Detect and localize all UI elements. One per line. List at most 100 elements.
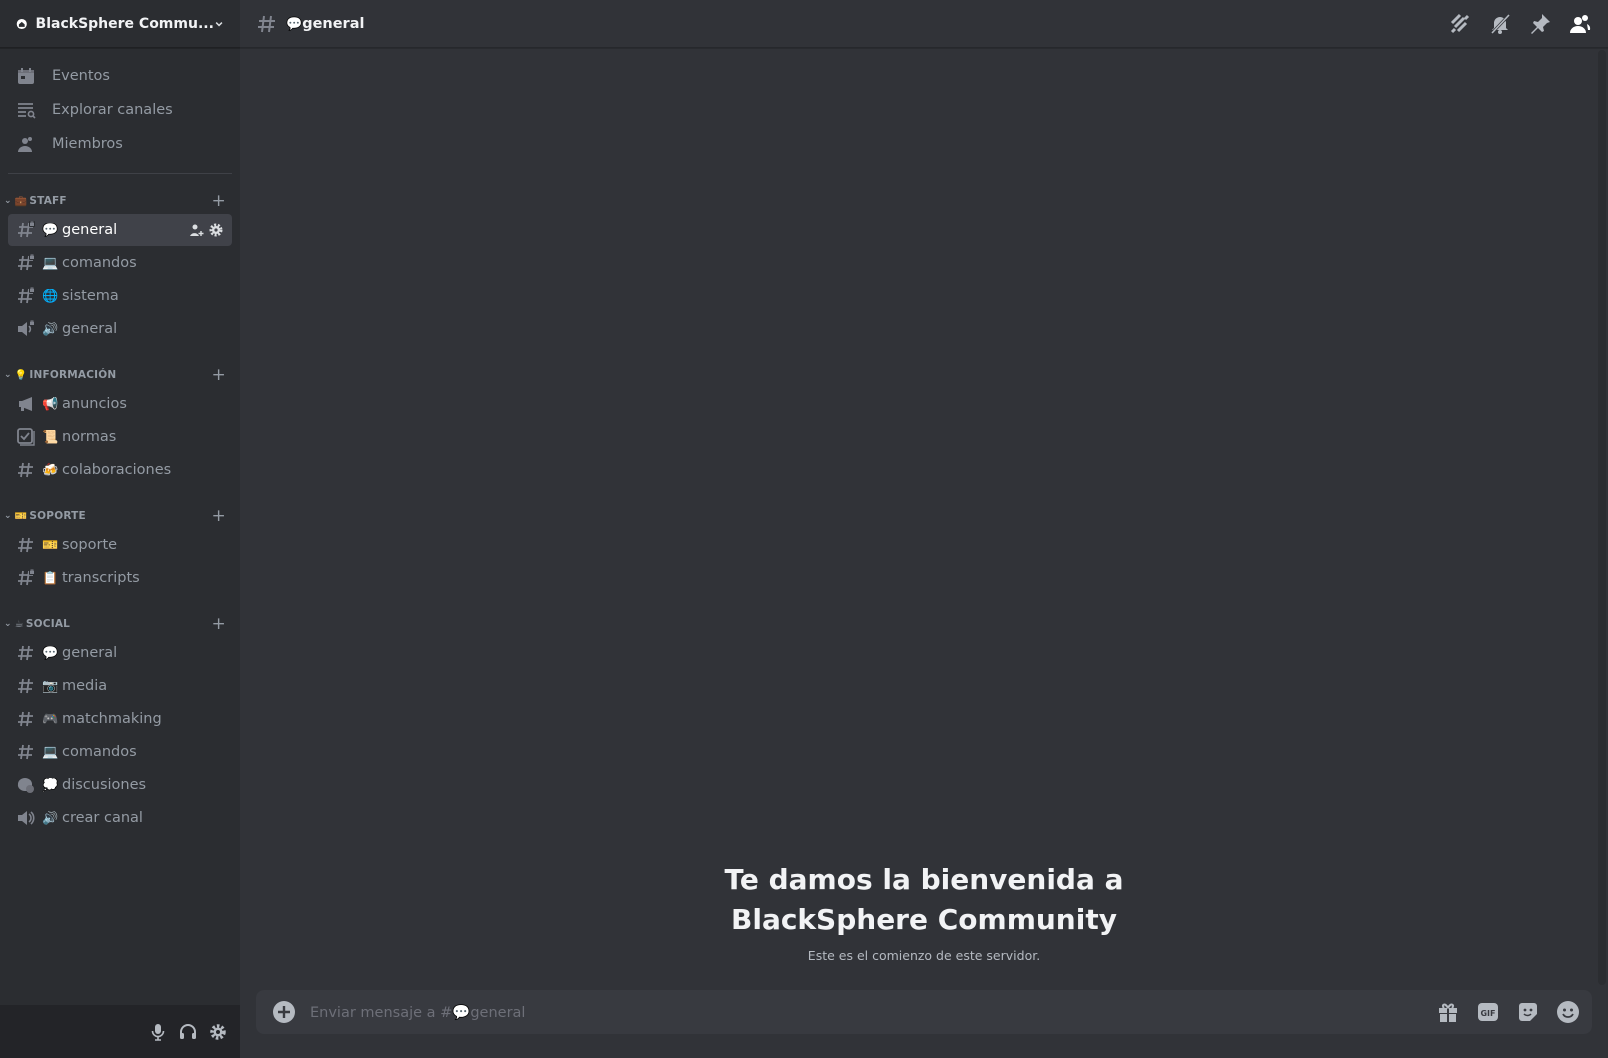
category-header[interactable]: ⌄ 💼 STAFF + <box>0 189 240 213</box>
channel-item[interactable]: 💻 comandos <box>8 736 232 768</box>
category-staff: ⌄ 💼 STAFF + 💬 general 💻 comandos 🌐 sistema 🔊 genera… <box>0 172 240 345</box>
pin-icon[interactable] <box>1528 12 1552 36</box>
category-name: STAFF <box>29 195 67 207</box>
channel-item[interactable]: 🔊 crear canal <box>8 802 232 834</box>
channel-name: media <box>62 678 108 694</box>
channel-name: anuncios <box>62 396 127 412</box>
channel-sidebar: BlackSphere Commu... Eventos Explorar can… <box>0 0 240 1058</box>
gift-icon[interactable] <box>1436 1000 1460 1024</box>
svg-text:GIF: GIF <box>1480 1009 1495 1018</box>
category-header[interactable]: ⌄ 💡 INFORMACIÓN + <box>0 363 240 387</box>
emoji-icon[interactable] <box>1556 1000 1580 1024</box>
nav-label: Explorar canales <box>52 102 173 118</box>
server-header[interactable]: BlackSphere Commu... <box>0 0 240 48</box>
rules-icon <box>17 428 35 446</box>
server-home-icon <box>16 18 27 29</box>
channel-emoji: 💭 <box>42 777 59 793</box>
channel-emoji: 🌐 <box>42 288 59 304</box>
category-name: SOPORTE <box>29 510 86 522</box>
hash-icon <box>18 678 33 694</box>
channel-item[interactable]: 💭 discusiones <box>8 769 232 801</box>
create-channel-button[interactable]: + <box>212 614 226 634</box>
category-social: ⌄ ☕ SOCIAL + 💬 general 📷 media 🎮 matchmaking 💻 coma… <box>0 595 240 834</box>
locked-hash-icon <box>18 254 35 271</box>
channel-item[interactable]: 🍻 colaboraciones <box>8 454 232 486</box>
channel-item[interactable]: 🎮 matchmaking <box>8 703 232 735</box>
channel-item[interactable]: 🔊 general <box>8 313 232 345</box>
speaker-icon <box>18 811 35 825</box>
gif-icon[interactable]: GIF <box>1476 1000 1500 1024</box>
channel-emoji: 🎮 <box>42 711 59 727</box>
channel-name: comandos <box>62 255 137 271</box>
create-channel-button[interactable]: + <box>212 365 226 385</box>
channel-item[interactable]: 📜 normas <box>8 421 232 453</box>
member-list-icon[interactable] <box>1568 12 1592 36</box>
category-emoji: ☕ <box>14 618 24 630</box>
channel-emoji: 💬 <box>42 645 59 661</box>
chevron-down-icon: ⌄ <box>4 196 12 206</box>
settings-icon[interactable] <box>208 1022 228 1042</box>
message-input[interactable]: Enviar mensaje a #💬general <box>310 1004 1436 1021</box>
locked-hash-icon <box>18 287 35 304</box>
channel-name: general <box>62 645 118 661</box>
members-icon <box>16 134 44 154</box>
channel-emoji: 📋 <box>42 570 59 586</box>
channel-emoji: 📢 <box>42 396 59 412</box>
channel-emoji: 💻 <box>42 744 59 760</box>
create-channel-button[interactable]: + <box>212 191 226 211</box>
microphone-icon[interactable] <box>148 1022 168 1042</box>
channel-item[interactable]: 💬 general <box>8 637 232 669</box>
channel-name: general <box>62 222 118 238</box>
channel-emoji: 🍻 <box>42 462 59 478</box>
channel-name: matchmaking <box>62 711 162 727</box>
channel-item[interactable]: 🌐 sistema <box>8 280 232 312</box>
category-emoji: 💡 <box>14 369 28 381</box>
channel-item[interactable]: 📷 media <box>8 670 232 702</box>
headphones-icon[interactable] <box>178 1022 198 1042</box>
forum-icon <box>17 778 34 793</box>
category-header[interactable]: ⌄ ☕ SOCIAL + <box>0 612 240 636</box>
nav-miembros[interactable]: Miembros <box>0 127 240 161</box>
channel-name: general <box>62 321 118 337</box>
channel-item[interactable]: 📋 transcripts <box>8 562 232 594</box>
welcome-subtitle: Este es el comienzo de este servidor. <box>807 948 1041 963</box>
channel-emoji: 💻 <box>42 255 59 271</box>
mute-bell-icon[interactable] <box>1488 12 1512 36</box>
channel-emoji: 🔊 <box>42 321 59 337</box>
hash-icon <box>18 645 33 661</box>
create-channel-button[interactable]: + <box>212 506 226 526</box>
channel-emoji: 📷 <box>42 678 59 694</box>
sticker-icon[interactable] <box>1516 1000 1540 1024</box>
channel-item[interactable]: 💻 comandos <box>8 247 232 279</box>
locked-hash-icon <box>18 221 35 238</box>
welcome-section: Te damos la bienvenida a BlackSphere Comm… <box>240 860 1608 963</box>
channel-title: general <box>302 15 365 32</box>
threads-icon[interactable] <box>1448 12 1472 36</box>
category-name: SOCIAL <box>25 618 71 630</box>
browse-channels-icon <box>16 100 44 120</box>
nav-explorar-canales[interactable]: Explorar canales <box>0 93 240 127</box>
channel-emoji: 💬 <box>286 16 303 32</box>
add-attachment-icon[interactable] <box>272 1000 296 1024</box>
announcement-icon <box>19 397 32 411</box>
hash-icon <box>18 711 33 727</box>
message-composer[interactable]: Enviar mensaje a #💬general GIF <box>256 990 1592 1034</box>
category-header[interactable]: ⌄ 🎫 SOPORTE + <box>0 504 240 528</box>
chevron-down-icon[interactable] <box>214 17 224 31</box>
hash-icon <box>18 462 33 478</box>
settings-icon[interactable] <box>208 222 224 238</box>
category-información: ⌄ 💡 INFORMACIÓN + 📢 anuncios 📜 normas 🍻 colaborac… <box>0 346 240 486</box>
user-panel <box>0 1005 240 1058</box>
channel-item[interactable]: 🎫 soporte <box>8 529 232 561</box>
channel-name: sistema <box>62 288 119 304</box>
category-soporte: ⌄ 🎫 SOPORTE + 🎫 soporte 📋 transcripts <box>0 487 240 594</box>
messages-scrollbar[interactable] <box>1598 50 1606 985</box>
channel-header: 💬general <box>240 0 1608 48</box>
channel-item[interactable]: 💬 general <box>8 214 232 246</box>
nav-label: Miembros <box>52 136 123 152</box>
nav-eventos[interactable]: Eventos <box>0 59 240 93</box>
nav-label: Eventos <box>52 68 110 84</box>
chevron-down-icon: ⌄ <box>4 370 12 380</box>
invite-icon[interactable] <box>188 222 204 238</box>
channel-item[interactable]: 📢 anuncios <box>8 388 232 420</box>
